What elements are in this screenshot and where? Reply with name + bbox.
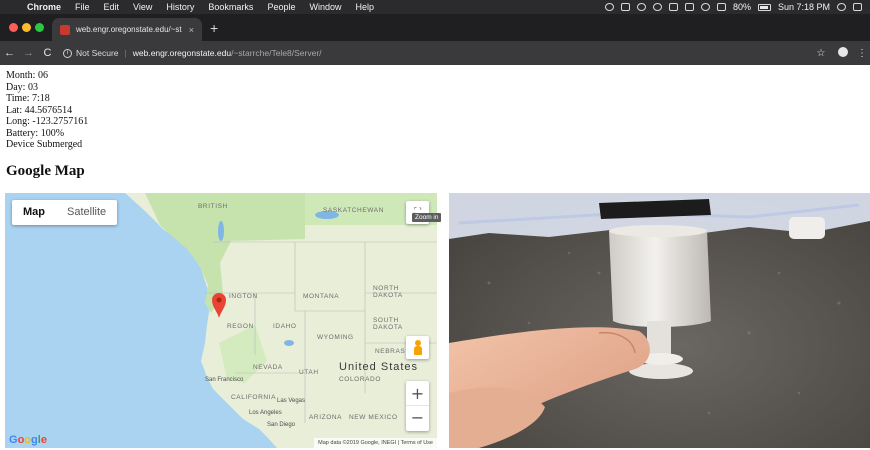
url-path[interactable]: /~starrche/Tele8/Server/ xyxy=(231,48,321,58)
tab-strip: web.engr.oregonstate.edu/~st × + xyxy=(0,14,870,41)
battery-percentage: 80% xyxy=(732,2,751,12)
map-label-utah: UTAH xyxy=(299,369,319,376)
time-line: Time: 7:18 xyxy=(6,93,50,104)
map-type-map-button[interactable]: Map xyxy=(12,200,56,225)
map-label-oregon: REGON xyxy=(227,323,254,330)
map-city-san-francisco: San Francisco xyxy=(205,377,244,383)
spotlight-icon[interactable] xyxy=(837,3,846,11)
bluetooth-icon[interactable] xyxy=(668,3,678,11)
map-label-north-dakota: NORTH DAKOTA xyxy=(373,285,403,299)
map-attribution[interactable]: Map data ©2019 Google, INEGI | Terms of … xyxy=(314,438,437,448)
map-label-saskatchewan: SASKATCHEWAN xyxy=(323,207,385,214)
tab-title: web.engr.oregonstate.edu/~st xyxy=(76,25,182,34)
macos-menu-bar: Chrome File Edit View History Bookmarks … xyxy=(0,0,870,14)
map-label-arizona: ARIZONA xyxy=(309,414,343,421)
map-label-california: CALIFORNIA xyxy=(231,394,277,401)
device-status-line: Device Submerged xyxy=(6,139,83,150)
address-bar[interactable]: i Not Secure | web.engr.oregonstate.edu … xyxy=(63,44,810,62)
omnibox-separator: | xyxy=(124,48,127,58)
notification-center-icon[interactable] xyxy=(853,3,862,11)
menu-edit[interactable]: Edit xyxy=(97,0,127,14)
wifi-icon[interactable] xyxy=(700,3,710,11)
profile-avatar-icon xyxy=(838,46,848,57)
bookmark-star-icon[interactable]: ☆ xyxy=(810,48,832,59)
battery-icon[interactable] xyxy=(757,3,771,11)
map-city-los-angeles: Los Angeles xyxy=(249,410,282,416)
device-photo xyxy=(449,193,870,448)
map-label-nebraska: NEBRAS xyxy=(375,348,406,355)
status-record-icon[interactable] xyxy=(604,3,614,11)
time-machine-icon[interactable] xyxy=(652,3,662,11)
volume-icon[interactable] xyxy=(716,3,726,11)
window-minimize-button[interactable] xyxy=(22,23,31,32)
browser-tab[interactable]: web.engr.oregonstate.edu/~st × xyxy=(52,18,202,41)
map-type-satellite-button[interactable]: Satellite xyxy=(56,200,117,225)
zoom-out-button[interactable]: − xyxy=(406,406,429,431)
map-heading: Google Map xyxy=(6,163,85,179)
display-icon[interactable] xyxy=(684,3,694,11)
forward-button[interactable]: → xyxy=(19,47,38,59)
map-city-las-vegas: Las Vegas xyxy=(277,398,306,404)
window-close-button[interactable] xyxy=(9,23,18,32)
menu-window[interactable]: Window xyxy=(302,0,348,14)
profile-button[interactable] xyxy=(832,46,854,60)
window-zoom-button[interactable] xyxy=(35,23,44,32)
menu-clock[interactable]: Sun 7:18 PM xyxy=(778,2,830,12)
map-label-washington: INGTON xyxy=(229,293,258,300)
tab-close-icon[interactable]: × xyxy=(189,25,194,35)
month-line: Month: 06 xyxy=(6,70,48,81)
menu-bookmarks[interactable]: Bookmarks xyxy=(201,0,260,14)
menu-history[interactable]: History xyxy=(159,0,201,14)
menu-view[interactable]: View xyxy=(126,0,159,14)
map-label-montana: MONTANA xyxy=(303,293,340,300)
site-info-icon[interactable]: i xyxy=(63,48,72,58)
new-tab-button[interactable]: + xyxy=(210,21,218,35)
map-label-nevada: NEVADA xyxy=(253,364,283,371)
menu-people[interactable]: People xyxy=(260,0,302,14)
longitude-line: Long: -123.2757161 xyxy=(6,116,89,127)
chrome-menu-icon[interactable]: ⋮ xyxy=(854,48,870,59)
security-label[interactable]: Not Secure xyxy=(76,48,119,58)
day-line: Day: 03 xyxy=(6,81,38,93)
menu-help[interactable]: Help xyxy=(348,0,381,14)
google-map[interactable]: BRITISH SASKATCHEWAN INGTON MONTANA NORT… xyxy=(5,193,437,448)
night-mode-icon[interactable] xyxy=(636,3,646,11)
menu-file[interactable]: File xyxy=(68,0,97,14)
app-menu[interactable]: Chrome xyxy=(20,0,68,14)
street-view-pegman-icon[interactable] xyxy=(406,336,429,359)
browser-toolbar: ← → C i Not Secure | web.engr.oregonstat… xyxy=(0,41,870,65)
map-label-idaho: IDAHO xyxy=(273,323,297,330)
map-label-country: United States xyxy=(339,361,419,373)
latitude-line: Lat: 44.5676514 xyxy=(6,104,73,116)
zoom-control: + − xyxy=(406,381,429,431)
map-label-wyoming: WYOMING xyxy=(317,334,354,341)
map-type-control: Map Satellite xyxy=(12,200,118,225)
back-button[interactable]: ← xyxy=(0,47,19,59)
device-photo-image xyxy=(449,193,870,448)
map-label-south-dakota: SOUTH DAKOTA xyxy=(373,317,403,331)
zoom-in-button[interactable]: + xyxy=(406,381,429,406)
battery-line: Battery: 100% xyxy=(6,127,65,139)
map-label-new-mexico: NEW MEXICO xyxy=(349,414,398,421)
map-city-san-diego: San Diego xyxy=(267,422,296,428)
url-host[interactable]: web.engr.oregonstate.edu xyxy=(133,48,231,58)
zoom-in-tooltip: Zoom in xyxy=(412,213,442,222)
google-logo: Google xyxy=(9,434,47,446)
map-label-colorado: COLORADO xyxy=(339,376,382,383)
map-label-british-columbia: BRITISH xyxy=(198,203,228,210)
location-marker-icon[interactable] xyxy=(212,293,226,319)
device-readout: Month: 06 Day: 03 Time: 7:18 Lat: 44.567… xyxy=(6,70,88,151)
reload-button[interactable]: C xyxy=(38,47,57,59)
site-favicon-icon xyxy=(60,24,70,35)
status-dropbox-icon[interactable] xyxy=(620,3,630,11)
